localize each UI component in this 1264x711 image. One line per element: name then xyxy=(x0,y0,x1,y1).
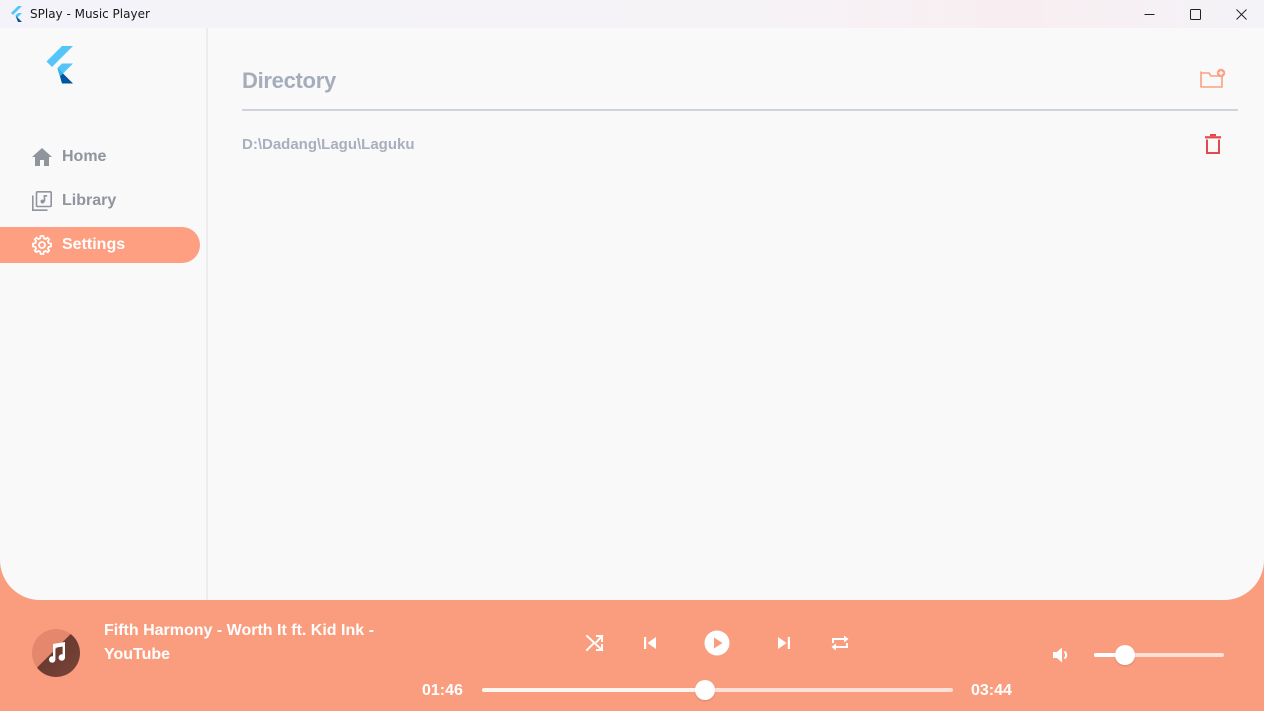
add-folder-button[interactable] xyxy=(1200,68,1226,90)
volume-slider[interactable] xyxy=(1094,645,1224,665)
skip-next-icon xyxy=(778,637,790,649)
window-title: SPlay - Music Player xyxy=(30,7,150,21)
sidebar-item-home[interactable]: Home xyxy=(0,139,200,175)
settings-icon xyxy=(31,234,53,256)
sidebar-item-settings[interactable]: Settings xyxy=(0,227,200,263)
minimize-button[interactable] xyxy=(1126,0,1172,28)
sidebar-item-label: Settings xyxy=(62,236,126,253)
directory-path: D:\Dadang\Lagu\Laguku xyxy=(242,136,415,153)
shuffle-icon xyxy=(585,634,604,652)
page-title: Directory xyxy=(242,68,336,93)
previous-button[interactable] xyxy=(635,628,665,658)
repeat-button[interactable] xyxy=(825,628,855,658)
library-music-icon xyxy=(31,190,53,212)
volume-button[interactable] xyxy=(1050,644,1072,666)
play-icon xyxy=(704,630,730,656)
delete-directory-button[interactable] xyxy=(1204,133,1222,155)
close-button[interactable] xyxy=(1218,0,1264,28)
settings-panel: Directory D:\Dadang\Lagu\Laguku xyxy=(242,28,1238,600)
title-divider xyxy=(242,109,1238,111)
progress-slider[interactable] xyxy=(482,680,953,700)
minimize-icon xyxy=(1144,13,1154,15)
total-duration: 03:44 xyxy=(971,682,1012,699)
main-window: Home Library Settings Directory D:\Dadan… xyxy=(0,28,1264,600)
maximize-button[interactable] xyxy=(1172,0,1218,28)
elapsed-time: 01:46 xyxy=(422,682,463,699)
music-note-icon xyxy=(49,642,65,663)
home-icon xyxy=(31,146,53,168)
album-art xyxy=(32,629,80,677)
sidebar: Home Library Settings xyxy=(0,28,208,600)
progress-thumb[interactable] xyxy=(694,680,715,700)
next-button[interactable] xyxy=(769,628,799,658)
song-title: Fifth Harmony - Worth It ft. Kid Ink - Y… xyxy=(104,622,374,663)
volume-icon xyxy=(1053,647,1068,663)
flutter-logo-icon xyxy=(11,6,22,22)
title-bar: SPlay - Music Player xyxy=(0,0,1264,28)
maximize-icon xyxy=(1189,8,1201,20)
progress-fill xyxy=(482,688,705,692)
playback-controls xyxy=(580,628,860,658)
skip-previous-icon xyxy=(644,637,656,649)
sidebar-item-label: Library xyxy=(62,192,117,209)
volume-thumb[interactable] xyxy=(1115,645,1136,665)
shuffle-button[interactable] xyxy=(580,628,610,658)
sidebar-item-library[interactable]: Library xyxy=(0,183,200,219)
sidebar-item-label: Home xyxy=(62,148,107,165)
window-controls xyxy=(1126,0,1264,28)
play-button[interactable] xyxy=(702,628,732,658)
repeat-icon xyxy=(831,635,849,651)
delete-icon xyxy=(1205,134,1221,154)
flutter-logo-icon xyxy=(46,46,73,84)
close-icon xyxy=(1235,8,1247,20)
player-bar: Fifth Harmony - Worth It ft. Kid Ink - Y… xyxy=(0,600,1264,711)
add-folder-icon xyxy=(1200,68,1226,88)
list-item: D:\Dadang\Lagu\Laguku xyxy=(242,131,1238,161)
